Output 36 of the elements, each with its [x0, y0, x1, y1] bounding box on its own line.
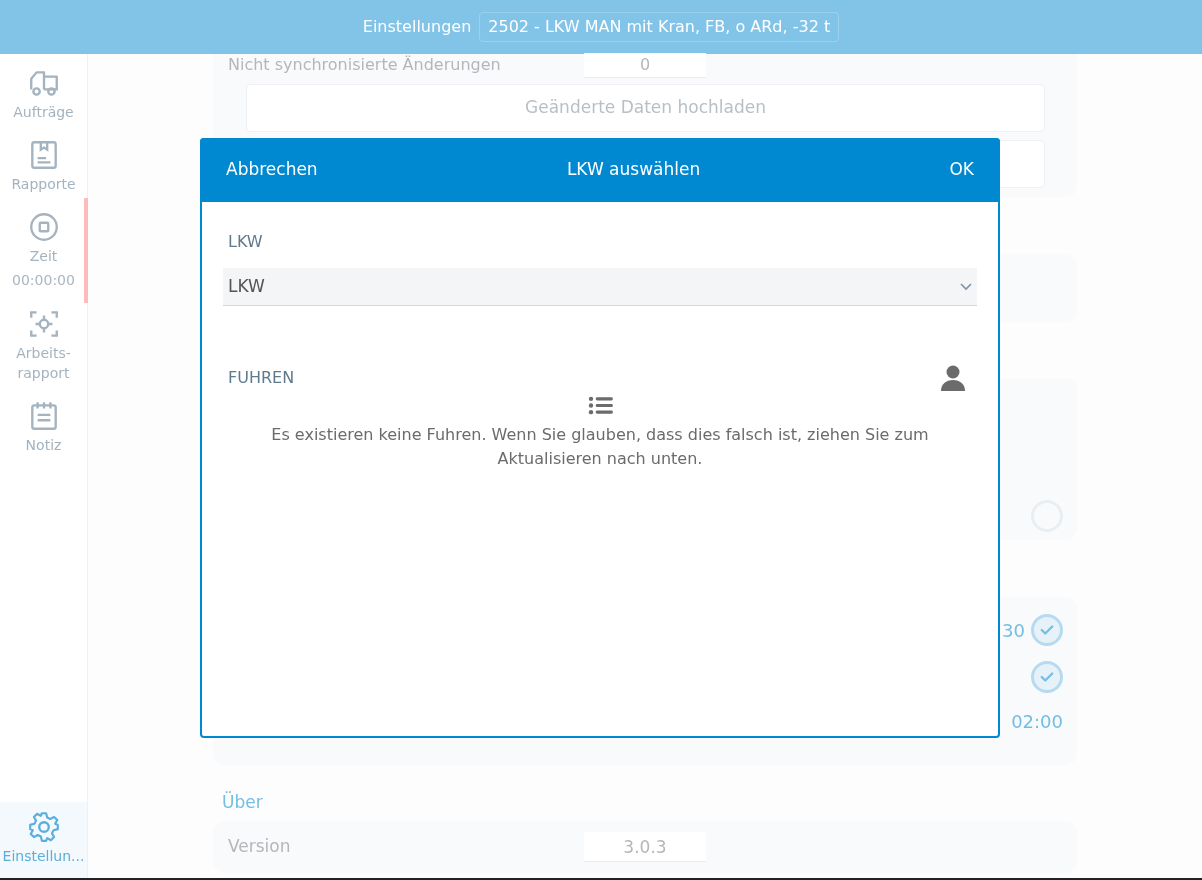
- setting-value: 0: [584, 52, 706, 78]
- section-heading: FUHREN: [228, 367, 295, 389]
- sidebar-item[interactable]: Rapporte: [0, 130, 87, 202]
- field-label: LKW: [227, 231, 264, 253]
- settings-icon: [26, 810, 61, 844]
- sidebar-label: Einstellun...: [2, 847, 85, 866]
- check-icon[interactable]: [1031, 661, 1063, 693]
- time-value: 30: [1002, 618, 1025, 643]
- setting-label: Version: [228, 835, 292, 859]
- sidebar-label: Aufträge: [13, 103, 74, 122]
- sidebar-item[interactable]: Arbeits- rapport: [0, 299, 87, 391]
- vehicle-badge[interactable]: 2502 - LKW MAN mit Kran, FB, o ARd, -32 t: [479, 12, 840, 42]
- truck-select[interactable]: LKW: [223, 268, 977, 306]
- empty-message: Es existieren keine Fuhren. Wenn Sie glauben, dass dies falsch ist, ziehen Sie zum Aktualisieren nach unten.: [270, 424, 930, 470]
- section-heading: Über: [222, 790, 264, 814]
- ok-button[interactable]: OK: [949, 157, 974, 183]
- sidebar-item[interactable]: Notiz: [0, 391, 87, 463]
- timer-text: 00:00:00: [12, 271, 75, 290]
- sidebar-item[interactable]: Zeit 00:00:00: [0, 202, 87, 299]
- setting-label: Nicht synchronisierte Änderungen: [228, 54, 502, 76]
- sidebar-item[interactable]: Einstellun...: [0, 802, 87, 878]
- list-icon: [587, 396, 613, 415]
- setting-value: 3.0.3: [584, 832, 706, 862]
- chevron-down-icon: [960, 282, 972, 291]
- sidebar-item[interactable]: Aufträge: [0, 58, 87, 130]
- sidebar-label: Zeit: [29, 247, 58, 266]
- sidebar-label: Rapporte: [11, 175, 76, 194]
- person-icon[interactable]: [939, 364, 967, 392]
- upload-button[interactable]: Geänderte Daten hochladen: [246, 84, 1045, 132]
- check-icon[interactable]: [1031, 614, 1063, 646]
- dialog-title: LKW auswählen: [566, 158, 701, 182]
- sidebar-label: Arbeits- rapport: [16, 344, 71, 383]
- time-value: 02:00: [1011, 710, 1063, 734]
- page-title: Einstellungen: [362, 16, 472, 38]
- sidebar-label: Notiz: [25, 436, 62, 455]
- cancel-button[interactable]: Abbrechen: [226, 157, 318, 183]
